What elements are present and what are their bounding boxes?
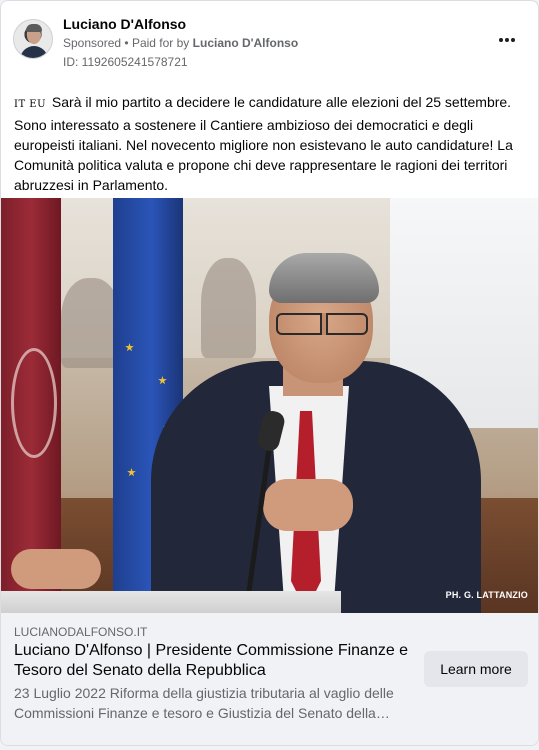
learn-more-button[interactable]: Learn more	[424, 651, 528, 687]
ad-card: Luciano D'Alfonso Sponsored • Paid for b…	[0, 0, 539, 746]
sponsored-label: Sponsored	[63, 36, 122, 50]
ad-message: Sarà il mio partito a decidere le candid…	[14, 94, 513, 193]
link-title[interactable]: Luciano D'Alfonso | Presidente Commissio…	[14, 641, 414, 681]
dot	[499, 38, 503, 42]
avatar-suit	[20, 46, 48, 58]
sponsored-meta: Sponsored • Paid for by Luciano D'Alfons…	[63, 36, 298, 50]
ad-image[interactable]: PH. G. LATTANZIO	[1, 198, 538, 613]
speaker-hand-left	[11, 549, 101, 589]
language-flags: IT EU	[14, 99, 47, 110]
avatar-hair	[26, 24, 42, 32]
ad-header: Luciano D'Alfonso Sponsored • Paid for b…	[13, 15, 526, 73]
paid-for-prefix: Paid for by	[131, 36, 190, 50]
dot	[505, 38, 509, 42]
speaker-glasses	[276, 313, 368, 335]
speaker-figure	[1, 198, 538, 613]
photo-credit: PH. G. LATTANZIO	[445, 590, 528, 600]
paid-for-name: Luciano D'Alfonso	[192, 36, 299, 50]
more-options-icon[interactable]	[494, 31, 520, 49]
dot	[511, 38, 515, 42]
speaker-hand-right	[263, 479, 353, 531]
library-id: ID: 1192605241578721	[63, 55, 188, 69]
page-avatar[interactable]	[13, 19, 53, 59]
link-domain: LUCIANODALFONSO.IT	[14, 625, 148, 639]
podium	[1, 591, 341, 613]
page-name[interactable]: Luciano D'Alfonso	[63, 16, 186, 32]
ad-body-text: IT EU Sarà il mio partito a decidere le …	[14, 92, 524, 195]
speaker-hair	[269, 253, 379, 303]
link-preview[interactable]: LUCIANODALFONSO.IT Luciano D'Alfonso | P…	[1, 613, 538, 745]
link-description: 23 Luglio 2022 Riforma della giustizia t…	[14, 685, 394, 721]
meta-separator: •	[124, 36, 129, 50]
